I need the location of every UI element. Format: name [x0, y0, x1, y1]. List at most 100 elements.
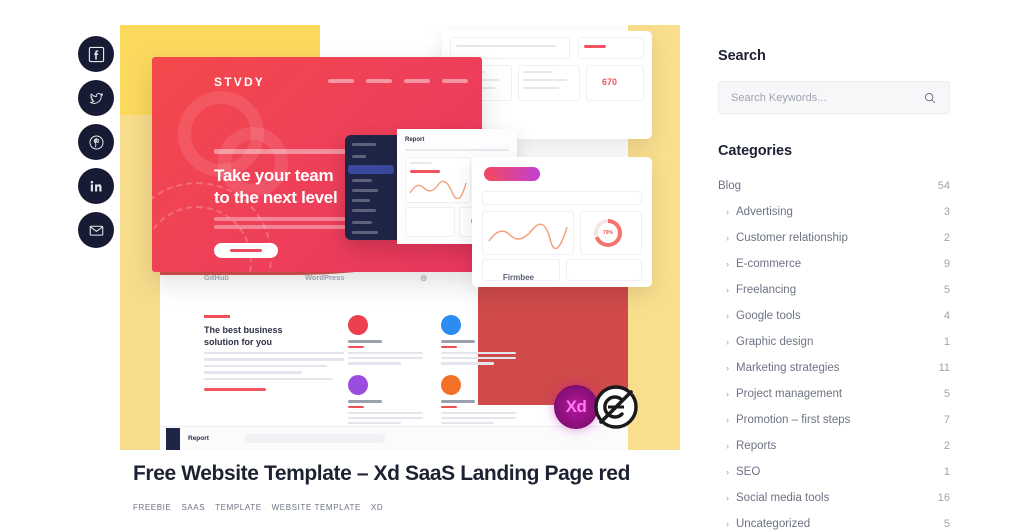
chevron-right-icon: ›	[726, 467, 729, 477]
logo-firmbee: Firmbee	[502, 273, 534, 282]
browser-url-bar	[244, 434, 385, 443]
chevron-right-icon: ›	[726, 363, 729, 373]
social-share-rail	[78, 36, 114, 248]
category-count: 3	[943, 206, 950, 218]
category-count: 5	[943, 284, 950, 296]
copyright-free-badge	[592, 383, 640, 431]
linkedin-icon	[88, 178, 105, 195]
search-box[interactable]	[718, 81, 950, 114]
logo-wordpress: WordPress	[304, 273, 345, 282]
category-count: 2	[943, 440, 950, 452]
section-rule	[204, 315, 230, 318]
categories-heading: Categories	[718, 143, 792, 159]
category-count: 4	[943, 310, 950, 322]
category-item-seo[interactable]: › SEO 1	[718, 459, 950, 485]
category-count: 1	[943, 466, 950, 478]
blog-post-page: 670 STVDY Take your team to the next leve…	[0, 0, 1024, 532]
category-count: 1	[943, 336, 950, 348]
category-count: 7	[943, 414, 950, 426]
share-twitter-button[interactable]	[78, 80, 114, 116]
category-item-freelancing[interactable]: › Freelancing 5	[718, 277, 950, 303]
twitter-icon	[88, 90, 105, 107]
chevron-right-icon: ›	[726, 441, 729, 451]
page-title: Free Website Template – Xd SaaS Landing …	[133, 462, 631, 485]
category-count: 16	[937, 492, 950, 504]
category-item-promotion-first-steps[interactable]: › Promotion – first steps 7	[718, 407, 950, 433]
category-item-social-media-tools[interactable]: › Social media tools 16	[718, 485, 950, 511]
post-tag-list: FREEBIE SAAS TEMPLATE WEBSITE TEMPLATE X…	[133, 503, 383, 512]
chevron-right-icon: ›	[726, 389, 729, 399]
category-count: 5	[943, 518, 950, 530]
tag-freebie[interactable]: FREEBIE	[133, 503, 171, 512]
category-label: SEO	[736, 466, 761, 478]
share-facebook-button[interactable]	[78, 36, 114, 72]
category-label: Marketing strategies	[736, 362, 840, 374]
pinterest-icon	[88, 134, 105, 151]
categories-list: Blog 54 › Advertising 3 › Customer relat…	[718, 173, 950, 532]
template-feature-grid	[348, 315, 516, 425]
category-item-e-commerce[interactable]: › E-commerce 9	[718, 251, 950, 277]
category-label: Social media tools	[736, 492, 830, 504]
category-item-uncategorized[interactable]: › Uncategorized 5	[718, 511, 950, 532]
tag-xd[interactable]: XD	[371, 503, 383, 512]
share-linkedin-button[interactable]	[78, 168, 114, 204]
chevron-right-icon: ›	[726, 233, 729, 243]
category-count: 5	[943, 388, 950, 400]
dashboard-mock-sidebar	[345, 135, 397, 240]
category-item-graphic-design[interactable]: › Graphic design 1	[718, 329, 950, 355]
category-label: Customer relationship	[736, 232, 848, 244]
search-heading: Search	[718, 48, 766, 64]
chevron-right-icon: ›	[726, 519, 729, 529]
category-item-project-management[interactable]: › Project management 5	[718, 381, 950, 407]
template-section-link	[204, 388, 266, 392]
category-count: 11	[938, 362, 950, 374]
chevron-right-icon: ›	[726, 337, 729, 347]
post-content-column: 670 STVDY Take your team to the next leve…	[120, 0, 680, 532]
feature-card	[441, 315, 516, 365]
category-label: Graphic design	[736, 336, 814, 348]
chevron-right-icon: ›	[726, 259, 729, 269]
tag-saas[interactable]: SAAS	[181, 503, 205, 512]
category-count: 2	[943, 232, 950, 244]
facebook-icon	[88, 46, 105, 63]
template-section-heading: The best business solution for you	[204, 324, 283, 347]
template-browser-bar: Report	[160, 426, 628, 450]
tag-template[interactable]: TEMPLATE	[215, 503, 261, 512]
browser-tab-block	[166, 427, 180, 450]
category-label: Freelancing	[736, 284, 797, 296]
feature-card	[348, 315, 423, 365]
sidebar: Search Categories Blog 54 › Advertising …	[718, 0, 968, 532]
chevron-right-icon: ›	[726, 415, 729, 425]
template-section-block: The best business solution for you	[204, 315, 344, 392]
category-label: Uncategorized	[736, 518, 811, 530]
category-item-marketing-strategies[interactable]: › Marketing strategies 11	[718, 355, 950, 381]
browser-title: Report	[188, 435, 209, 442]
template-brand-logo: STVDY	[214, 75, 266, 89]
category-label: E-commerce	[736, 258, 802, 270]
category-label: Google tools	[736, 310, 801, 322]
category-item-reports[interactable]: › Reports 2	[718, 433, 950, 459]
template-section-text	[204, 351, 344, 381]
template-cta-button	[214, 243, 278, 258]
category-label: Reports	[736, 440, 777, 452]
category-count: 9	[943, 258, 950, 270]
tag-website-template[interactable]: WEBSITE TEMPLATE	[272, 503, 361, 512]
category-item-google-tools[interactable]: › Google tools 4	[718, 303, 950, 329]
share-email-button[interactable]	[78, 212, 114, 248]
category-label: Blog	[718, 180, 742, 192]
feature-card	[441, 374, 516, 425]
chevron-right-icon: ›	[726, 493, 729, 503]
category-label: Project management	[736, 388, 843, 400]
category-item-blog[interactable]: Blog 54	[718, 173, 950, 199]
search-icon[interactable]	[923, 91, 937, 105]
category-item-customer-relationship[interactable]: › Customer relationship 2	[718, 225, 950, 251]
category-item-advertising[interactable]: › Advertising 3	[718, 199, 950, 225]
share-pinterest-button[interactable]	[78, 124, 114, 160]
logo-instagram: ◎	[420, 273, 427, 282]
category-count: 54	[937, 180, 950, 192]
category-label: Advertising	[736, 206, 793, 218]
template-nav	[328, 79, 468, 83]
feature-card	[348, 374, 423, 425]
email-icon	[88, 222, 105, 239]
search-input[interactable]	[719, 82, 949, 113]
